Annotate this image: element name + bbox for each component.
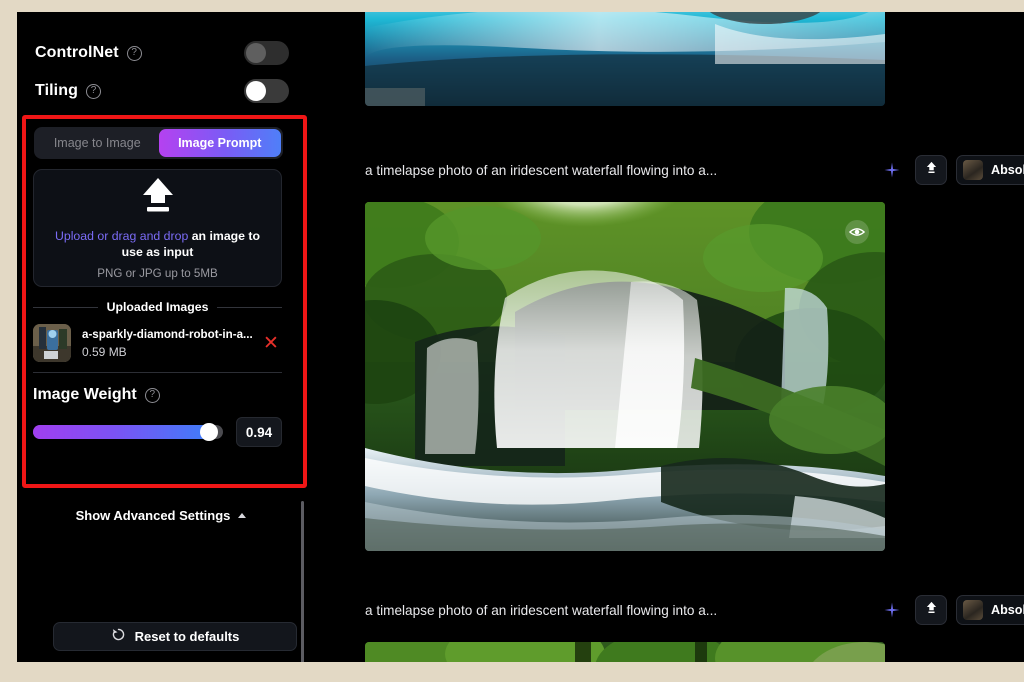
section-divider <box>33 372 282 373</box>
chevron-up-icon <box>238 513 247 518</box>
model-name: Absolute R <box>991 603 1024 617</box>
close-x-icon[interactable]: ✕ <box>260 334 282 353</box>
help-circle-icon[interactable]: ? <box>144 387 160 403</box>
file-meta: a-sparkly-diamond-robot-in-a... 0.59 MB <box>82 325 260 361</box>
file-thumbnail <box>33 324 71 362</box>
eye-icon[interactable] <box>845 220 869 244</box>
tiling-label: Tiling <box>35 82 78 99</box>
reset-to-defaults-button[interactable]: Reset to defaults <box>53 622 297 651</box>
uploaded-file-item[interactable]: a-sparkly-diamond-robot-in-a... 0.59 MB … <box>33 323 282 363</box>
controlnet-label: ControlNet <box>35 44 119 61</box>
uploaded-images-header: Uploaded Images <box>33 300 283 314</box>
model-chip[interactable]: Absolute R <box>956 595 1024 625</box>
tab-image-prompt[interactable]: Image Prompt <box>158 129 281 157</box>
upload-arrow-icon <box>925 161 938 179</box>
result-image-top-partial[interactable] <box>365 12 885 106</box>
model-avatar <box>963 600 983 620</box>
toggle-knob <box>246 43 266 63</box>
toggle-knob <box>246 81 266 101</box>
result-image-bottom-partial[interactable] <box>365 642 885 662</box>
settings-sidebar: ControlNet ? Tiling ? Image to Image Ima… <box>17 12 307 662</box>
prompt-text[interactable]: a timelapse photo of an iridescent water… <box>365 603 875 618</box>
result-prompt-row: a timelapse photo of an iridescent water… <box>365 151 1024 189</box>
upscale-button[interactable] <box>915 155 947 185</box>
divider-right <box>217 306 283 308</box>
results-feed: a timelapse photo of an iridescent water… <box>313 12 1024 662</box>
result-prompt-row: a timelapse photo of an iridescent water… <box>365 591 1024 629</box>
result-image-main[interactable] <box>365 202 885 551</box>
image-weight-value[interactable]: 0.94 <box>236 417 282 447</box>
dropzone-main-text: Upload or drag and drop an image to use … <box>48 228 267 260</box>
image-weight-slider[interactable] <box>33 423 223 441</box>
model-name: Absolute R <box>991 163 1024 177</box>
file-name: a-sparkly-diamond-robot-in-a... <box>82 328 253 341</box>
model-avatar <box>963 160 983 180</box>
slider-fill <box>33 425 210 439</box>
upscale-button[interactable] <box>915 595 947 625</box>
dropzone-upload-link[interactable]: Upload or drag and drop <box>55 229 188 243</box>
show-advanced-settings-toggle[interactable]: Show Advanced Settings <box>17 508 305 523</box>
reset-circular-arrow-icon <box>111 627 126 647</box>
image-weight-label: Image Weight <box>33 386 137 403</box>
tab-image-to-image[interactable]: Image to Image <box>36 129 159 157</box>
setting-row-controlnet[interactable]: ControlNet ? <box>35 36 289 70</box>
upload-arrow-icon <box>925 601 938 619</box>
model-chip[interactable]: Absolute R <box>956 155 1024 185</box>
help-circle-icon[interactable]: ? <box>126 45 142 61</box>
uploaded-images-title: Uploaded Images <box>106 300 209 314</box>
setting-row-tiling[interactable]: Tiling ? <box>35 74 289 108</box>
file-size: 0.59 MB <box>82 345 127 359</box>
image-weight-header: Image Weight ? <box>33 386 282 404</box>
image-dropzone[interactable]: Upload or drag and drop an image to use … <box>33 169 282 287</box>
screenshot-root: ControlNet ? Tiling ? Image to Image Ima… <box>0 0 1024 682</box>
upload-arrow-icon <box>138 176 178 219</box>
slider-thumb[interactable] <box>200 423 219 441</box>
image-prompt-panel: Image to Image Image Prompt Upload or dr… <box>33 127 298 447</box>
controlnet-toggle[interactable] <box>244 41 289 65</box>
plus-icon[interactable] <box>879 157 905 183</box>
image-weight-slider-row: 0.94 <box>33 417 282 447</box>
tiling-toggle[interactable] <box>244 79 289 103</box>
advanced-settings-label: Show Advanced Settings <box>75 508 231 523</box>
sidebar-scrollbar[interactable] <box>301 501 304 662</box>
help-circle-icon[interactable]: ? <box>85 83 101 99</box>
app-surface: ControlNet ? Tiling ? Image to Image Ima… <box>17 12 1024 662</box>
prompt-text[interactable]: a timelapse photo of an iridescent water… <box>365 163 875 178</box>
plus-icon[interactable] <box>879 597 905 623</box>
input-mode-tabs: Image to Image Image Prompt <box>34 127 283 159</box>
reset-label: Reset to defaults <box>134 629 240 644</box>
dropzone-hint: PNG or JPG up to 5MB <box>97 267 218 280</box>
divider-left <box>33 306 98 308</box>
